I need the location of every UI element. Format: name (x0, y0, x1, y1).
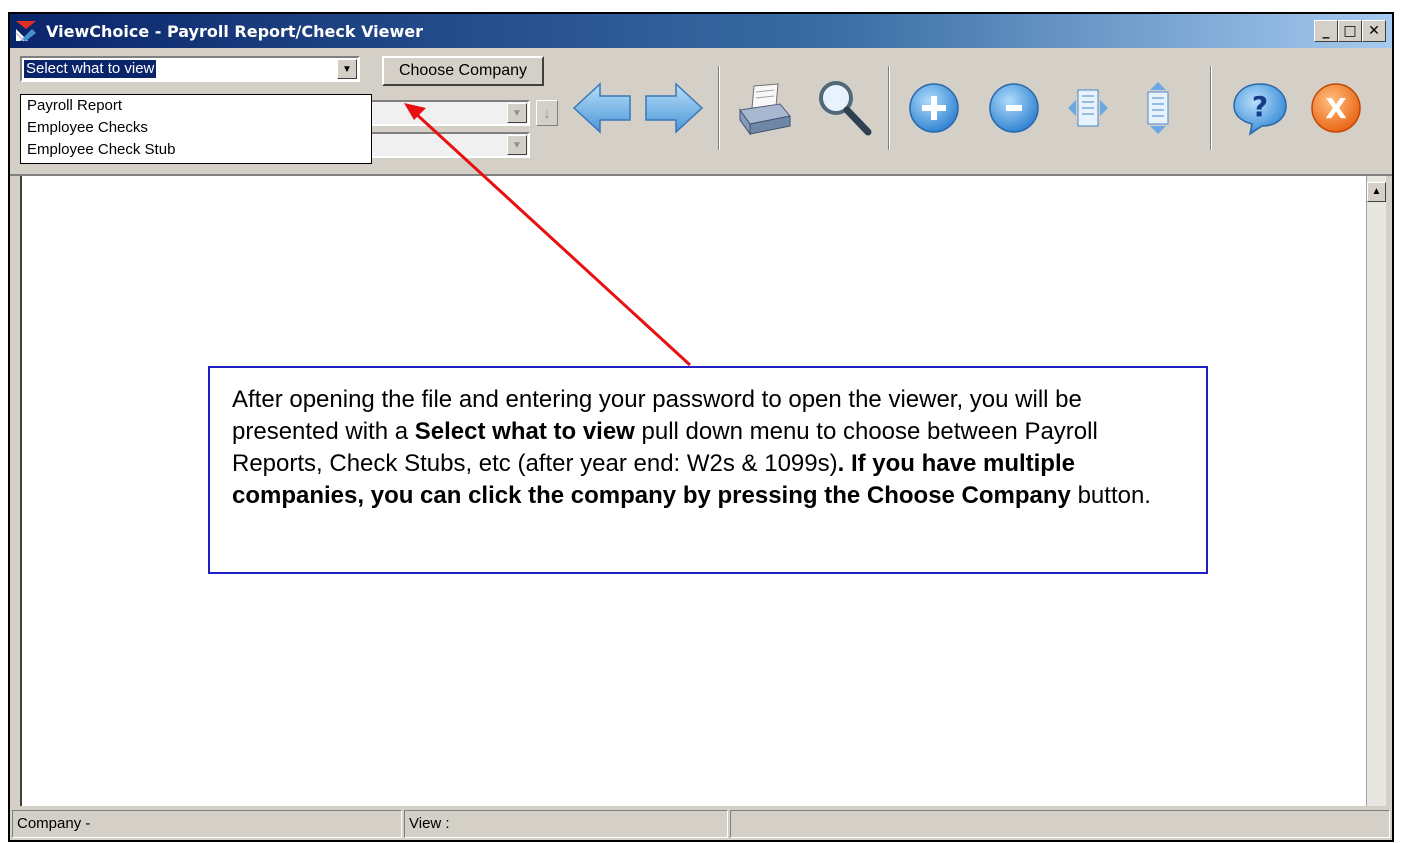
toolbar-separator (888, 66, 890, 150)
status-company: Company - (12, 810, 402, 838)
choose-company-button[interactable]: Choose Company (382, 56, 544, 86)
callout-text-4: button. (1070, 482, 1151, 509)
back-arrow-icon[interactable] (570, 76, 634, 140)
status-bar: Company - View : (10, 806, 1392, 840)
dropdown-item-payroll-report[interactable]: Payroll Report (27, 95, 371, 117)
toolbar: Select what to view ▼ Choose Company ▼ ↓… (10, 48, 1392, 176)
exit-icon[interactable]: X (1304, 76, 1368, 140)
print-icon[interactable] (732, 76, 796, 140)
callout-bold-choose-company: Choose Company (866, 482, 1071, 509)
zoom-out-icon[interactable] (982, 76, 1046, 140)
forward-arrow-icon[interactable] (642, 76, 706, 140)
zoom-in-icon[interactable] (902, 76, 966, 140)
window-title: ViewChoice - Payroll Report/Check Viewer (46, 21, 424, 41)
next-button: ↓ (536, 100, 558, 126)
chevron-down-icon: ▼ (507, 103, 527, 123)
toolbar-separator (718, 66, 720, 150)
select-view-combobox[interactable]: Select what to view ▼ (20, 56, 360, 82)
svg-text:X: X (1325, 92, 1347, 125)
chevron-down-icon[interactable]: ▼ (507, 135, 527, 155)
vertical-scrollbar[interactable]: ▲ (1366, 176, 1386, 806)
fit-width-icon[interactable] (1056, 76, 1120, 140)
dropdown-item-employee-check-stub[interactable]: Employee Check Stub (27, 139, 371, 161)
status-empty-panel (730, 810, 1390, 838)
fit-height-icon[interactable] (1126, 76, 1190, 140)
viewchoice-app-icon (14, 19, 38, 43)
chevron-down-icon[interactable]: ▼ (337, 59, 357, 79)
maximize-button[interactable]: □ (1338, 20, 1362, 42)
select-view-value: Select what to view (24, 60, 157, 78)
status-view: View : (404, 810, 728, 838)
close-button[interactable]: ✕ (1362, 20, 1386, 42)
callout-bold-select-what-to-view: Select what to view (414, 418, 635, 445)
dropdown-item-employee-checks[interactable]: Employee Checks (27, 117, 371, 139)
search-icon[interactable] (812, 76, 876, 140)
title-bar[interactable]: ViewChoice - Payroll Report/Check Viewer… (10, 14, 1392, 48)
help-icon[interactable]: ? (1228, 76, 1292, 140)
toolbar-separator (1210, 66, 1212, 150)
minimize-button[interactable]: _ (1314, 20, 1338, 42)
select-view-dropdown-list: Payroll Report Employee Checks Employee … (20, 94, 372, 164)
svg-text:?: ? (1252, 90, 1268, 123)
scroll-up-button[interactable]: ▲ (1367, 182, 1386, 202)
instruction-callout: After opening the file and entering your… (208, 366, 1208, 574)
